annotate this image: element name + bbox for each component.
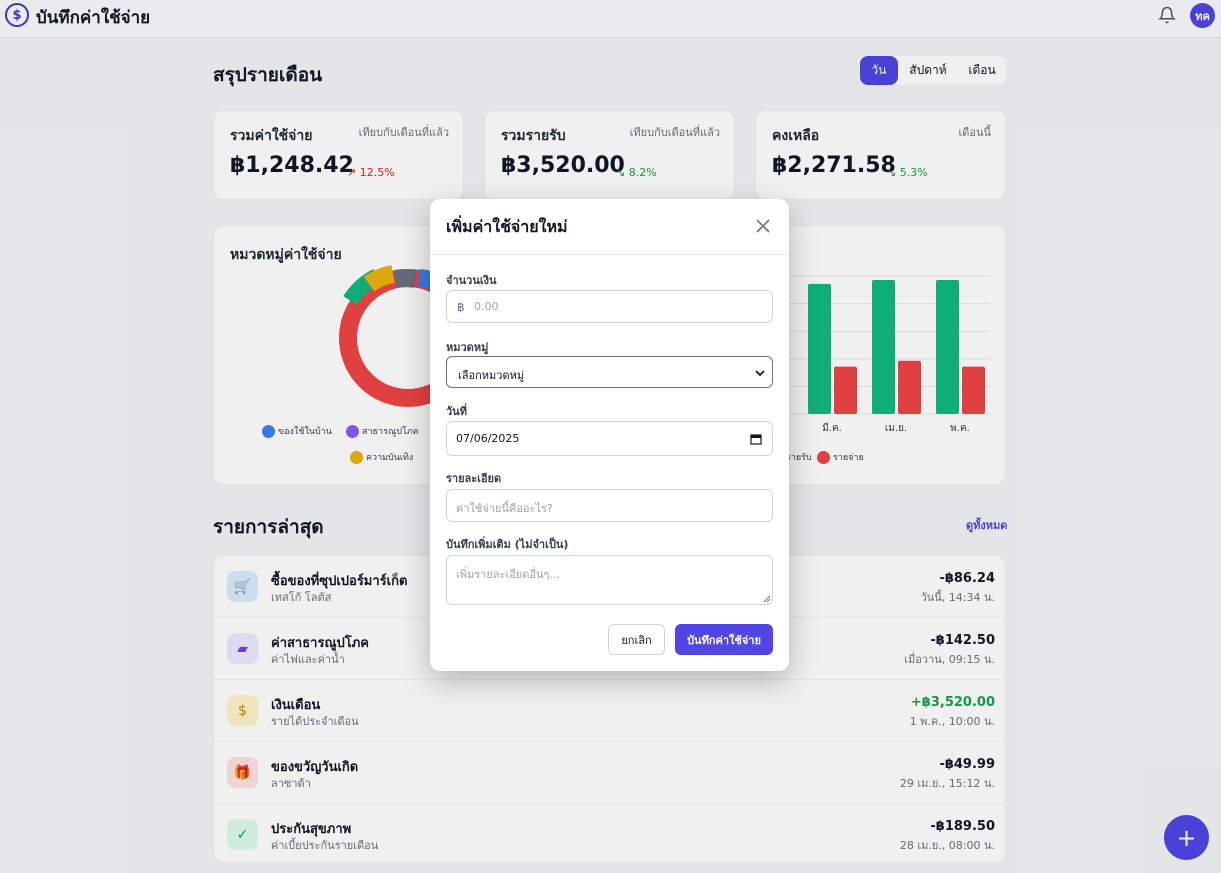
note-label: บันทึกเพิ่มเติม (ไม่จำเป็น) (446, 538, 569, 551)
description-placeholder: ค่าใช้จ่ายนี้คืออะไร? (456, 502, 553, 515)
amount-placeholder: 0.00 (474, 300, 499, 313)
save-expense-button[interactable]: บันทึกค่าใช้จ่าย (675, 624, 773, 655)
baht-prefix: ฿ (457, 300, 465, 314)
category-selected-value: เลือกหมวดหมู่ (458, 369, 525, 382)
resize-handle-icon[interactable] (763, 595, 771, 603)
chevron-down-icon (755, 370, 765, 377)
date-value: 07/06/2025 (456, 432, 520, 445)
note-placeholder: เพิ่มรายละเอียดอื่นๆ... (456, 568, 560, 581)
category-label: หมวดหมู่ (446, 341, 489, 354)
amount-label: จำนวนเงิน (446, 274, 497, 287)
add-expense-modal: เพิ่มค่าใช้จ่ายใหม่ จำนวนเงิน ฿ 0.00 หมว… (430, 199, 789, 671)
calendar-icon[interactable] (750, 433, 762, 445)
description-label: รายละเอียด (446, 472, 502, 485)
description-input[interactable]: ค่าใช้จ่ายนี้คืออะไร? (446, 489, 773, 522)
cancel-button[interactable]: ยกเลิก (608, 624, 665, 655)
date-label: วันที่ (446, 405, 467, 418)
category-select[interactable]: เลือกหมวดหมู่ (446, 356, 773, 388)
modal-title: เพิ่มค่าใช้จ่ายใหม่ (446, 217, 568, 236)
amount-field[interactable]: ฿ 0.00 (446, 290, 773, 323)
modal-header: เพิ่มค่าใช้จ่ายใหม่ (430, 199, 789, 255)
close-icon[interactable] (755, 218, 771, 234)
note-textarea[interactable]: เพิ่มรายละเอียดอื่นๆ... (446, 555, 773, 605)
date-input[interactable]: 07/06/2025 (446, 421, 773, 456)
